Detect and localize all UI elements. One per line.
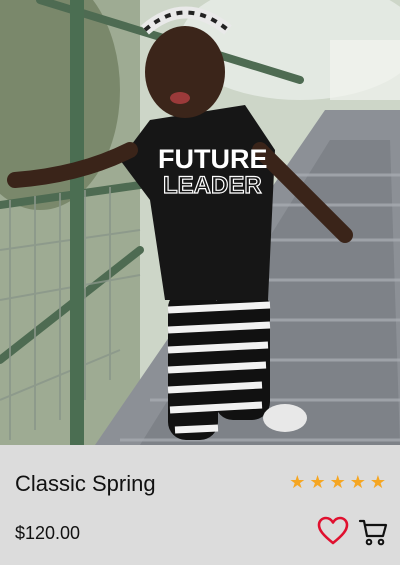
star-icon: ★ [329, 472, 346, 492]
product-info-panel: Classic Spring ★ ★ ★ ★ ★ $120.00 [0, 445, 400, 565]
add-to-cart-button[interactable] [358, 517, 388, 547]
shirt-text-leader: LEADER [163, 172, 262, 199]
shirt-text-future: FUTURE [158, 144, 268, 174]
star-icon: ★ [349, 472, 366, 492]
star-icon: ★ [369, 472, 386, 492]
product-price: $120.00 [15, 523, 81, 543]
favorite-button[interactable] [317, 516, 349, 546]
product-photo-illustration: FUTURE LEADER [0, 0, 400, 445]
rating-stars: ★ ★ ★ ★ ★ [289, 472, 386, 492]
heart-icon [317, 516, 349, 545]
star-icon: ★ [289, 472, 306, 492]
product-photo[interactable]: FUTURE LEADER [0, 0, 400, 445]
star-icon: ★ [309, 472, 326, 492]
product-title: Classic Spring [15, 471, 156, 496]
product-card[interactable]: FUTURE LEADER Classic Spring ★ ★ ★ ★ ★ $… [0, 0, 400, 565]
cart-icon [358, 519, 388, 546]
